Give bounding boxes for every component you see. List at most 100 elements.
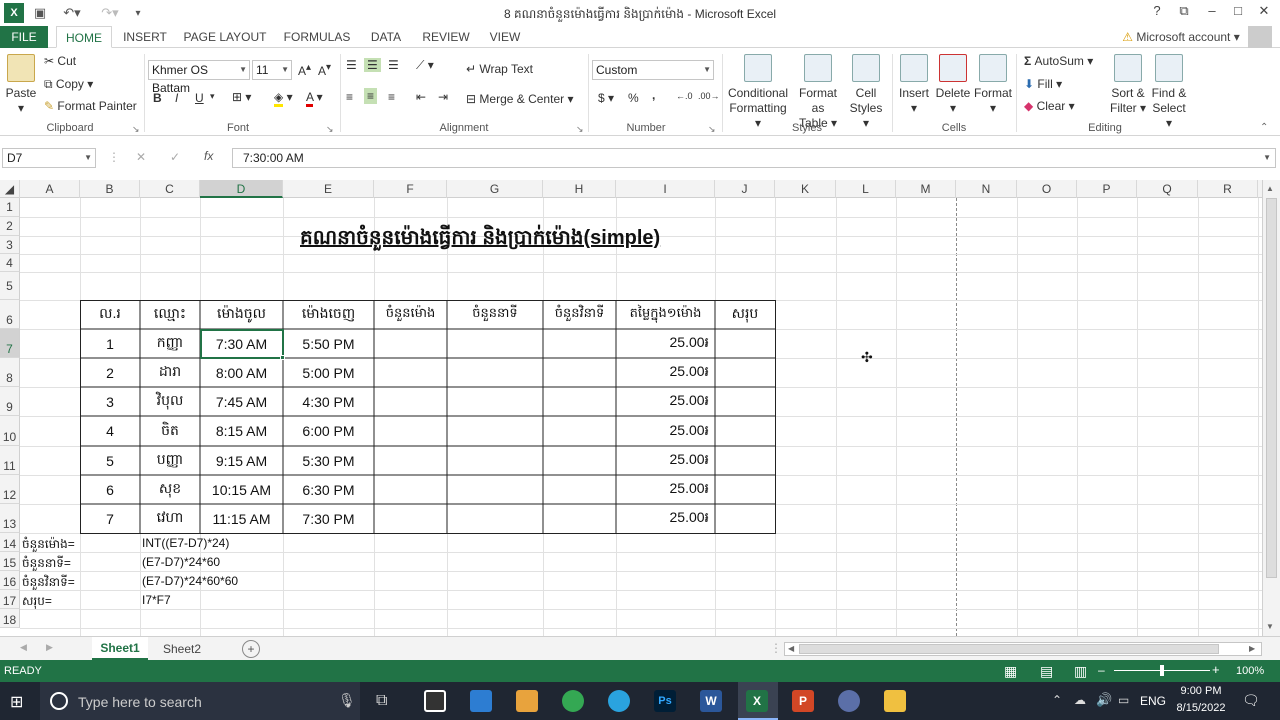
table-cell[interactable]: 7:45 AM [200,387,283,416]
column-header[interactable]: B [80,180,140,198]
table-cell[interactable]: វិបុល [140,387,200,416]
table-cell[interactable]: បញ្ញា [140,446,200,475]
column-header[interactable]: D [200,180,283,198]
table-header-cell[interactable]: ចំនួនវិនាទី [543,300,616,329]
cut-button[interactable]: ✂ Cut [44,54,76,68]
paste-button[interactable]: Paste ▾ [4,54,38,116]
table-cell[interactable]: 25.00៛ [616,446,715,475]
help-button[interactable]: ? [1145,3,1169,23]
clear-button[interactable]: ◆ Clear ▾ [1024,99,1075,113]
row-header[interactable]: 7 [0,329,20,358]
column-header[interactable]: A [20,180,80,198]
row-header[interactable]: 8 [0,358,20,387]
zoom-in-icon[interactable]: + [1212,662,1220,677]
decrease-decimal-icon[interactable]: .00→ [698,91,720,101]
fill-handle[interactable] [280,355,285,360]
percent-button[interactable]: % [628,91,639,105]
vertical-scrollbar[interactable]: ▲ ▼ [1262,180,1280,636]
normal-view-icon[interactable]: ▦ [1004,663,1017,680]
comma-button[interactable]: , [652,88,655,102]
zoom-out-icon[interactable]: – [1098,663,1105,677]
minimize-icon[interactable]: – [1200,3,1224,23]
decrease-indent-icon[interactable]: ⇤ [416,90,426,104]
table-cell[interactable]: 5:50 PM [283,329,374,358]
wrap-text-button[interactable]: ↵ Wrap Text [466,62,533,76]
italic-button[interactable]: I [175,91,178,105]
number-launcher-icon[interactable]: ↘ [708,124,716,135]
column-header[interactable]: O [1017,180,1077,198]
font-name-select[interactable]: Khmer OS Battam ▼ [148,60,250,95]
table-cell[interactable]: 25.00៛ [616,416,715,446]
grow-font-icon[interactable]: A▴ [298,62,311,78]
maximize-icon[interactable]: □ [1226,3,1250,23]
fill-button[interactable]: ⬇ Fill ▾ [1024,77,1062,91]
clipboard-launcher-icon[interactable]: ↘ [132,124,140,135]
column-header[interactable]: C [140,180,200,198]
tab-review[interactable]: REVIEW [418,26,474,48]
column-header[interactable]: H [543,180,616,198]
table-cell[interactable]: 25.00៛ [616,475,715,504]
row-header[interactable]: 16 [0,571,20,590]
sort-filter-button[interactable]: Sort & Filter ▾ [1108,54,1148,116]
table-cell[interactable]: 4 [80,416,140,446]
table-header-cell[interactable]: តម្លៃក្នុង១ម៉ោង [616,300,715,329]
outlook-icon[interactable] [470,690,492,712]
table-cell[interactable]: ដារា [140,358,200,387]
scrollbar-thumb[interactable] [1266,198,1277,578]
column-header[interactable]: P [1077,180,1137,198]
table-cell[interactable]: 25.00៛ [616,329,715,358]
cell-styles-button[interactable]: Cell Styles ▾ [846,54,886,131]
search-box[interactable]: Type here to search 🎙 [40,682,360,720]
table-cell[interactable]: 5:00 PM [283,358,374,387]
select-all-corner[interactable]: ◢ [0,180,20,198]
column-header[interactable]: F [374,180,447,198]
account-button[interactable]: ⚠ Microsoft account ▾ [1118,26,1244,48]
table-cell[interactable]: 4:30 PM [283,387,374,416]
column-header[interactable]: J [715,180,775,198]
page-break-view-icon[interactable]: ▥ [1074,663,1087,680]
active-cell-selection[interactable] [200,329,284,359]
network-icon[interactable]: ☁ [1074,693,1086,707]
font-launcher-icon[interactable]: ↘ [326,124,334,135]
autosum-button[interactable]: Σ AutoSum ▾ [1024,54,1093,68]
next-sheet-icon[interactable]: ▶ [46,642,53,653]
table-cell[interactable]: ចិត [140,416,200,446]
shrink-font-icon[interactable]: A▾ [318,62,331,78]
note-label[interactable]: សរុប= [22,593,52,611]
ribbon-display-icon[interactable]: ⧉ [1172,3,1196,23]
orientation-icon[interactable]: ⟋ ▾ [416,58,434,73]
table-cell[interactable]: 1 [80,329,140,358]
language-indicator[interactable]: ENG [1140,694,1166,708]
cancel-entry-icon[interactable]: ✕ [136,150,146,164]
name-box[interactable]: D7 ▼ [2,148,96,168]
table-cell[interactable]: សុខ [140,475,200,504]
close-icon[interactable]: ✕ [1252,3,1276,23]
row-header[interactable]: 9 [0,387,20,416]
windows-start-icon[interactable]: ⊞ [10,692,23,712]
find-select-button[interactable]: Find & Select ▾ [1148,54,1190,131]
note-formula[interactable]: INT((E7-D7)*24) [142,536,229,550]
clock-date[interactable]: 8/15/2022 [1170,702,1232,714]
row-header[interactable]: 14 [0,533,20,552]
row-header[interactable]: 5 [0,272,20,300]
fill-color-icon[interactable]: ◈ ▾ [274,90,293,107]
note-formula[interactable]: I7*F7 [142,593,171,607]
confirm-entry-icon[interactable]: ✓ [170,150,180,164]
table-cell[interactable]: 3 [80,387,140,416]
snip-tool-icon[interactable] [424,690,446,712]
align-left-icon[interactable]: ≡ [346,90,353,104]
align-middle-icon[interactable]: ☰ [364,58,381,72]
scroll-left-icon[interactable]: ◀ [788,644,794,653]
align-right-icon[interactable]: ≡ [388,90,395,104]
font-size-select[interactable]: 11 ▼ [252,60,292,80]
table-cell[interactable]: 5 [80,446,140,475]
chrome-icon[interactable] [562,690,584,712]
avatar[interactable] [1248,26,1272,48]
scroll-up-icon[interactable]: ▲ [1266,184,1274,193]
borders-icon[interactable]: ⊞ ▾ [232,90,251,104]
tab-data[interactable]: DATA [364,26,408,48]
note-label[interactable]: ចំនួនម៉ោង= [22,536,75,554]
copy-button[interactable]: ⧉ Copy ▾ [44,77,93,92]
table-header-cell[interactable]: ឈ្មោះ [140,300,200,329]
currency-button[interactable]: $ ▾ [598,91,614,105]
